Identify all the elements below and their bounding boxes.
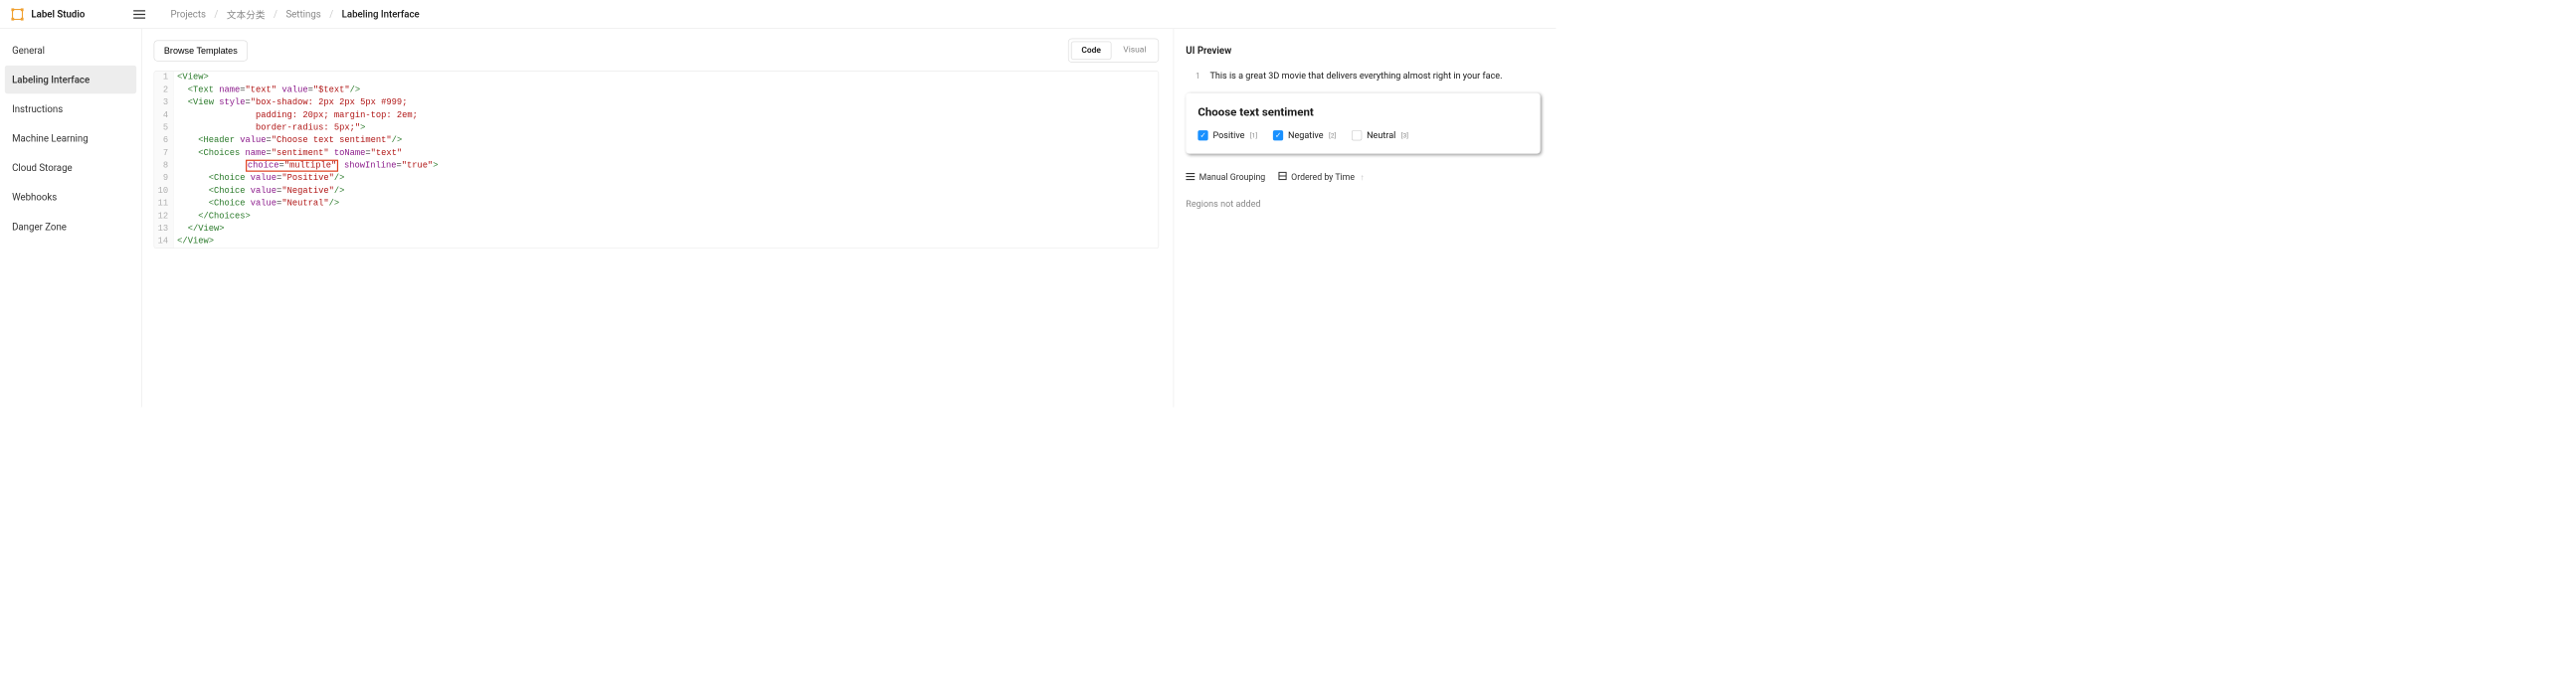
- crumb-settings[interactable]: Settings: [285, 8, 320, 19]
- toggle-visual[interactable]: Visual: [1114, 42, 1156, 60]
- line-number: 8: [154, 160, 173, 173]
- sample-index: 1: [1194, 72, 1200, 82]
- code-content[interactable]: <Choice value="Negative"/>: [174, 185, 345, 198]
- choice-hotkey: [1]: [1250, 131, 1257, 139]
- preview-pane: UI Preview 1 This is a great 3D movie th…: [1174, 29, 1556, 408]
- code-line[interactable]: 12 </Choices>: [154, 210, 1158, 223]
- sidebar-item-cloud-storage[interactable]: Cloud Storage: [5, 154, 136, 182]
- choice-negative[interactable]: Negative [2]: [1273, 129, 1336, 140]
- breadcrumb-sep: /: [214, 8, 218, 19]
- highlighted-attr: choice="multiple": [246, 160, 338, 172]
- code-content[interactable]: <View>: [174, 72, 209, 84]
- line-number: 14: [154, 236, 173, 249]
- code-line[interactable]: 11 <Choice value="Neutral"/>: [154, 198, 1158, 211]
- ordered-by-time-label: Ordered by Time: [1291, 172, 1355, 182]
- code-content[interactable]: </View>: [174, 223, 225, 236]
- code-line[interactable]: 6 <Header value="Choose text sentiment"/…: [154, 134, 1158, 147]
- line-number: 3: [154, 96, 173, 109]
- line-number: 1: [154, 72, 173, 84]
- checkbox-icon[interactable]: [1352, 130, 1362, 140]
- settings-sidebar: GeneralLabeling InterfaceInstructionsMac…: [0, 29, 142, 408]
- line-number: 13: [154, 223, 173, 236]
- sidebar-item-general[interactable]: General: [5, 36, 136, 64]
- sort-arrow-icon: ↑: [1360, 172, 1364, 182]
- sidebar-item-instructions[interactable]: Instructions: [5, 94, 136, 122]
- line-number: 9: [154, 172, 173, 185]
- code-editor[interactable]: 1<View>2 <Text name="text" value="$text"…: [154, 71, 1159, 249]
- code-line[interactable]: 8 choice="multiple" showInline="true">: [154, 160, 1158, 173]
- crumb-current: Labeling Interface: [342, 8, 420, 19]
- manual-grouping-label: Manual Grouping: [1199, 172, 1266, 182]
- line-number: 12: [154, 210, 173, 223]
- code-line[interactable]: 2 <Text name="text" value="$text"/>: [154, 84, 1158, 97]
- logo-icon: [11, 8, 24, 21]
- sidebar-item-labeling-interface[interactable]: Labeling Interface: [5, 66, 136, 93]
- code-content[interactable]: <Header value="Choose text sentiment"/>: [174, 134, 403, 147]
- breadcrumb: Projects / 文本分类 / Settings / Labeling In…: [171, 7, 420, 21]
- choice-neutral[interactable]: Neutral [3]: [1352, 129, 1408, 140]
- line-number: 5: [154, 122, 173, 135]
- sample-row: 1 This is a great 3D movie that delivers…: [1186, 71, 1540, 82]
- choice-label: Positive: [1212, 129, 1244, 140]
- code-content[interactable]: border-radius: 5px;">: [174, 122, 366, 135]
- app-name: Label Studio: [31, 8, 85, 19]
- list-icon: [1186, 172, 1195, 182]
- crumb-projects[interactable]: Projects: [171, 8, 206, 19]
- code-content[interactable]: <Choice value="Neutral"/>: [174, 198, 340, 211]
- ordered-by-time[interactable]: Ordered by Time ↑: [1278, 172, 1364, 183]
- code-line[interactable]: 3 <View style="box-shadow: 2px 2px 5px #…: [154, 96, 1158, 109]
- code-content[interactable]: <View style="box-shadow: 2px 2px 5px #99…: [174, 96, 408, 109]
- sample-text: This is a great 3D movie that delivers e…: [1209, 71, 1502, 82]
- code-content[interactable]: </Choices>: [174, 210, 251, 223]
- line-number: 11: [154, 198, 173, 211]
- menu-icon[interactable]: [132, 7, 146, 21]
- logo-block: Label Studio: [11, 7, 143, 21]
- choice-hotkey: [3]: [1401, 131, 1408, 139]
- sidebar-item-machine-learning[interactable]: Machine Learning: [5, 124, 136, 152]
- browse-templates-button[interactable]: Browse Templates: [154, 40, 248, 61]
- code-content[interactable]: padding: 20px; margin-top: 2em;: [174, 109, 418, 122]
- line-number: 4: [154, 109, 173, 122]
- sentiment-card: Choose text sentiment Positive [1] Negativ…: [1186, 93, 1540, 154]
- sidebar-item-danger-zone[interactable]: Danger Zone: [5, 213, 136, 241]
- view-toggle: Code Visual: [1068, 39, 1159, 63]
- code-content[interactable]: </View>: [174, 236, 214, 249]
- choice-label: Neutral: [1367, 129, 1395, 140]
- code-content[interactable]: <Choice value="Positive"/>: [174, 172, 345, 185]
- crumb-project-name[interactable]: 文本分类: [227, 7, 266, 21]
- code-line[interactable]: 5 border-radius: 5px;">: [154, 122, 1158, 135]
- code-content[interactable]: <Choices name="sentiment" toName="text": [174, 147, 403, 160]
- code-line[interactable]: 1<View>: [154, 72, 1158, 84]
- code-line[interactable]: 13 </View>: [154, 223, 1158, 236]
- choice-hotkey: [2]: [1329, 131, 1336, 139]
- code-content[interactable]: choice="multiple" showInline="true">: [174, 160, 439, 173]
- preview-title: UI Preview: [1186, 45, 1540, 56]
- choices-row: Positive [1] Negative [2] Neutral [3]: [1197, 129, 1528, 140]
- grid-icon: [1278, 172, 1286, 183]
- code-content[interactable]: <Text name="text" value="$text"/>: [174, 84, 361, 97]
- code-line[interactable]: 10 <Choice value="Negative"/>: [154, 185, 1158, 198]
- breadcrumb-sep: /: [274, 8, 277, 19]
- checkbox-icon[interactable]: [1273, 130, 1283, 140]
- checkbox-icon[interactable]: [1197, 130, 1207, 140]
- regions-empty: Regions not added: [1186, 193, 1540, 209]
- code-line[interactable]: 14</View>: [154, 236, 1158, 249]
- code-line[interactable]: 9 <Choice value="Positive"/>: [154, 172, 1158, 185]
- manual-grouping[interactable]: Manual Grouping: [1186, 172, 1265, 182]
- choice-label: Negative: [1288, 129, 1324, 140]
- grouping-row: Manual Grouping Ordered by Time ↑: [1186, 169, 1540, 193]
- code-line[interactable]: 4 padding: 20px; margin-top: 2em;: [154, 109, 1158, 122]
- toggle-code[interactable]: Code: [1071, 42, 1111, 60]
- line-number: 10: [154, 185, 173, 198]
- code-line[interactable]: 7 <Choices name="sentiment" toName="text…: [154, 147, 1158, 160]
- sidebar-item-webhooks[interactable]: Webhooks: [5, 183, 136, 211]
- line-number: 6: [154, 134, 173, 147]
- choice-positive[interactable]: Positive [1]: [1197, 129, 1257, 140]
- line-number: 2: [154, 84, 173, 97]
- breadcrumb-sep: /: [329, 8, 333, 19]
- topbar: Label Studio Projects / 文本分类 / Settings …: [0, 0, 1556, 29]
- line-number: 7: [154, 147, 173, 160]
- card-header: Choose text sentiment: [1197, 105, 1528, 119]
- editor-pane: Browse Templates Code Visual 1<View>2 <T…: [142, 29, 1175, 408]
